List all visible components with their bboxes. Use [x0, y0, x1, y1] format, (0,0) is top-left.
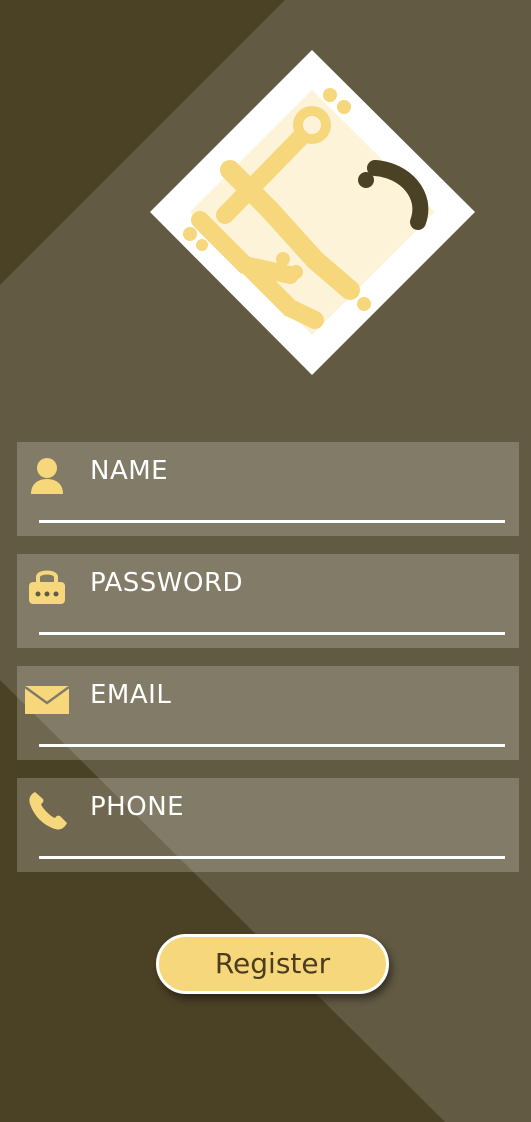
name-label: NAME	[90, 456, 169, 486]
lock-icon	[25, 564, 69, 608]
register-button[interactable]: Register	[156, 934, 389, 994]
phone-icon	[25, 788, 69, 832]
password-underline	[39, 632, 505, 635]
password-label: PASSWORD	[90, 568, 244, 598]
phone-label: PHONE	[90, 792, 185, 822]
person-icon	[25, 452, 69, 496]
password-field[interactable]: PASSWORD	[17, 554, 519, 648]
phone-field[interactable]: PHONE	[17, 778, 519, 872]
email-field[interactable]: EMAIL	[17, 666, 519, 760]
name-underline	[39, 520, 505, 523]
email-label: EMAIL	[90, 680, 172, 710]
name-field[interactable]: NAME	[17, 442, 519, 536]
email-underline	[39, 744, 505, 747]
app-logo	[150, 50, 475, 375]
envelope-icon	[24, 676, 70, 720]
phone-underline	[39, 856, 505, 859]
